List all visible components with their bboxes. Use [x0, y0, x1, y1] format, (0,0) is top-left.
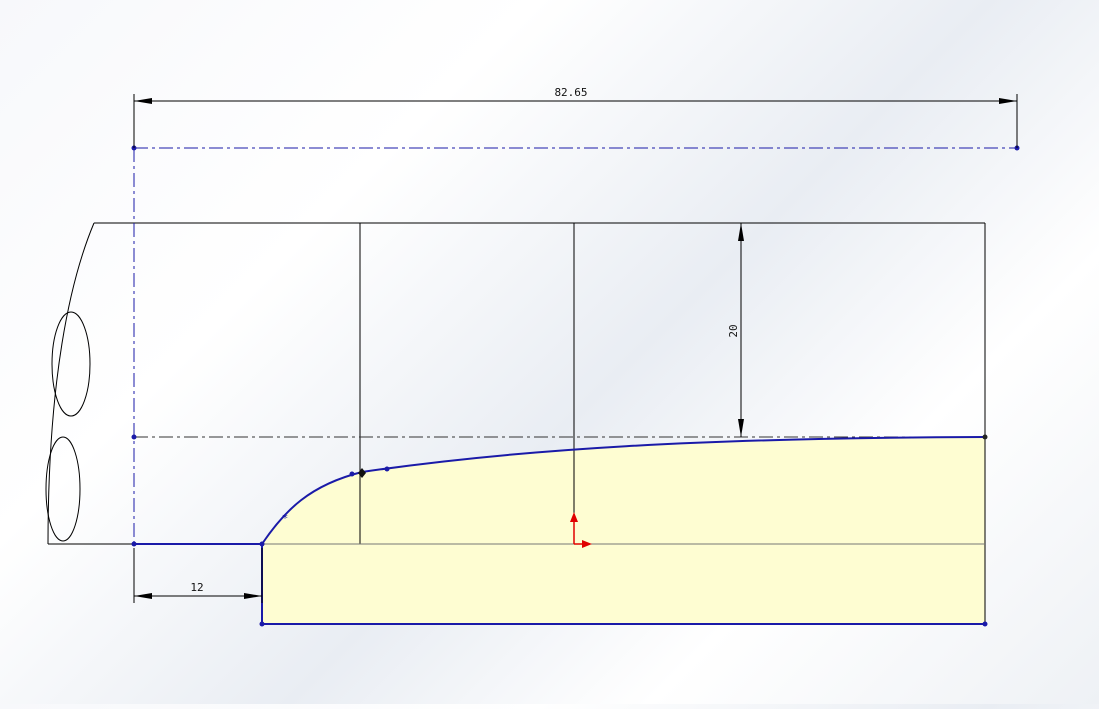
model-nose-edge[interactable]: [47, 222, 95, 545]
sketch-point[interactable]: [259, 541, 265, 547]
dimension-offset[interactable]: [133, 548, 263, 603]
sketch-point[interactable]: [131, 434, 137, 440]
sketch-point[interactable]: [982, 621, 988, 627]
sketch-profile-fill[interactable]: [262, 437, 985, 624]
dimension-overall-length[interactable]: [133, 94, 1018, 148]
spline-handle-point[interactable]: [384, 466, 390, 472]
arrowhead-icon: [134, 593, 152, 599]
arrowhead-icon: [999, 98, 1017, 104]
dimension-height-text[interactable]: 20: [727, 324, 740, 337]
dimension-overall-length-text[interactable]: 82.65: [554, 86, 587, 99]
arrowhead-icon: [738, 419, 744, 437]
sketch-canvas[interactable]: * 82.65 20 12: [0, 0, 1099, 704]
sketch-point[interactable]: [982, 434, 988, 440]
arrowhead-icon: [244, 593, 262, 599]
arrowhead-icon: [134, 98, 152, 104]
window-lower-ellipse[interactable]: [45, 436, 81, 542]
spline-handle-point[interactable]: [349, 471, 355, 477]
spline-through-point-icon[interactable]: *: [282, 512, 288, 525]
dimension-offset-text[interactable]: 12: [190, 581, 203, 594]
graphics-viewport[interactable]: * 82.65 20 12: [0, 0, 1099, 704]
sketch-point[interactable]: [131, 541, 137, 547]
sketch-point[interactable]: [259, 621, 265, 627]
arrowhead-icon: [738, 223, 744, 241]
window-upper-ellipse[interactable]: [51, 311, 91, 417]
